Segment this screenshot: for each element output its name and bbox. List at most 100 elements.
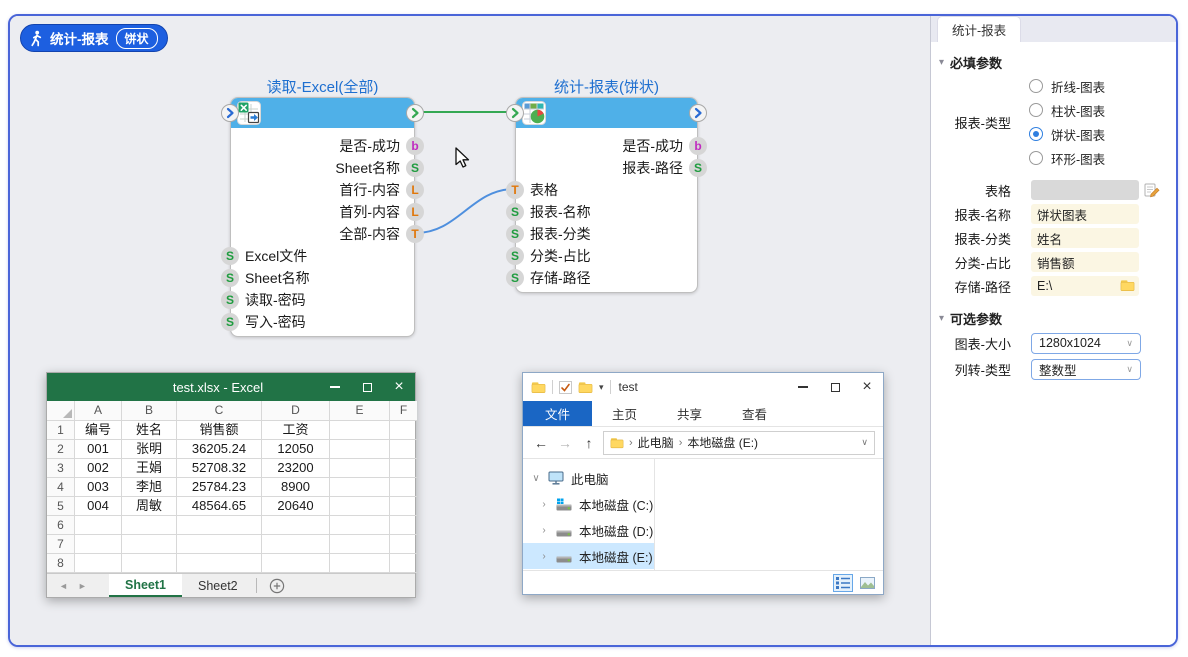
radio-icon[interactable] [1029,79,1043,93]
port-type-badge[interactable]: L [406,203,424,221]
cell[interactable]: 20640 [262,497,330,516]
port-type-badge[interactable]: S [221,247,239,265]
cell[interactable] [390,497,417,516]
address-dropdown-icon[interactable]: ∨ [861,437,868,448]
cell[interactable]: 销售额 [177,421,262,440]
quick-access-check-icon[interactable] [559,381,572,394]
tree-collapsed-icon[interactable]: › [539,525,549,536]
port-type-badge[interactable]: L [406,181,424,199]
cell[interactable]: 12050 [262,440,330,459]
cell[interactable] [330,535,390,554]
cell[interactable]: 周敏 [122,497,177,516]
node-read-excel[interactable]: 读取-Excel(全部) [230,76,415,337]
section-required-params[interactable]: ▾ 必填参数 [931,50,1176,74]
forward-button[interactable]: → [555,435,575,451]
port-type-badge[interactable]: b [406,137,424,155]
cell[interactable]: 8900 [262,478,330,497]
cell[interactable] [122,554,177,573]
report-name-input[interactable]: 饼状图表 [1031,204,1139,224]
row-header[interactable]: 3 [47,459,75,478]
cell[interactable] [330,554,390,573]
column-header[interactable]: B [122,401,177,421]
column-header[interactable]: F [390,401,417,421]
sheet-tab-sheet2[interactable]: Sheet2 [182,574,254,597]
tab-home[interactable]: 主页 [592,401,657,426]
exec-out-port[interactable] [406,104,424,122]
cell[interactable] [122,516,177,535]
tree-item-this-pc[interactable]: ∨ 此电脑 [523,465,654,491]
cell[interactable]: 004 [75,497,122,516]
cell[interactable] [262,535,330,554]
cell[interactable] [75,516,122,535]
cell[interactable] [122,535,177,554]
cell[interactable] [390,478,417,497]
section-optional-params[interactable]: ▾ 可选参数 [931,306,1176,330]
flow-canvas[interactable]: 统计-报表 饼状 读取-Excel(全部) [10,16,930,645]
edit-button[interactable] [1144,182,1160,198]
maximize-button[interactable] [351,373,383,401]
cell[interactable] [177,535,262,554]
cell[interactable]: 工资 [262,421,330,440]
cell[interactable] [330,478,390,497]
cell[interactable] [390,440,417,459]
port-type-badge[interactable]: S [689,159,707,177]
row-header[interactable]: 1 [47,421,75,440]
tree-expanded-icon[interactable]: ∨ [531,473,541,484]
table-input[interactable] [1031,180,1139,200]
radio-icon[interactable] [1029,103,1043,117]
cell[interactable]: 002 [75,459,122,478]
port-type-badge[interactable]: S [506,269,524,287]
column-header[interactable]: E [330,401,390,421]
sheet-prev-icon[interactable]: ◄ [59,581,68,591]
cell[interactable]: 36205.24 [177,440,262,459]
excel-titlebar[interactable]: test.xlsx - Excel × [47,373,415,401]
sheet-tab-sheet1[interactable]: Sheet1 [109,574,182,597]
node-box[interactable]: 是否-成功b 报表-路径S T表格 S报表-名称 S报表-分类 S分类-占比 S… [515,97,698,293]
qat-dropdown-icon[interactable]: ▾ [599,382,604,393]
close-button[interactable]: × [851,373,883,401]
tree-item-drive-e[interactable]: › 本地磁盘 (E:) [523,543,654,569]
cell[interactable] [262,554,330,573]
back-button[interactable]: ← [531,435,551,451]
column-type-select[interactable]: 整数型 ∨ [1031,359,1141,380]
thumbnail-view-button[interactable] [857,574,877,592]
breadcrumb-drive-e[interactable]: 本地磁盘 (E:) [687,434,758,451]
minimize-button[interactable] [787,373,819,401]
cell[interactable] [390,516,417,535]
column-header[interactable]: D [262,401,330,421]
row-header[interactable]: 7 [47,535,75,554]
tab-share[interactable]: 共享 [657,401,722,426]
cell[interactable] [75,554,122,573]
browse-folder-button[interactable] [1120,279,1135,295]
port-type-badge[interactable]: S [221,313,239,331]
port-type-badge[interactable]: S [506,247,524,265]
cell[interactable]: 编号 [75,421,122,440]
cell[interactable]: 52708.32 [177,459,262,478]
cell[interactable] [330,459,390,478]
exec-in-port[interactable] [506,104,524,122]
radio-option-pie-chart[interactable]: 饼状-图表 [1029,122,1105,146]
cell[interactable]: 张明 [122,440,177,459]
cell[interactable]: 李旭 [122,478,177,497]
column-header[interactable]: C [177,401,262,421]
port-type-badge[interactable]: S [506,203,524,221]
port-type-badge[interactable]: S [221,269,239,287]
address-bar[interactable]: › 此电脑 › 本地磁盘 (E:) ∨ [603,431,875,455]
category-ratio-input[interactable]: 销售额 [1031,252,1139,272]
port-type-badge[interactable]: T [506,181,524,199]
radio-selected-icon[interactable] [1029,127,1043,141]
cell[interactable] [330,440,390,459]
radio-option-bar-chart[interactable]: 柱状-图表 [1029,98,1105,122]
tree-item-drive-d[interactable]: › 本地磁盘 (D:) [523,517,654,543]
tab-view[interactable]: 查看 [722,401,787,426]
cell[interactable] [390,535,417,554]
cell[interactable] [390,554,417,573]
cell[interactable] [330,516,390,535]
node-header[interactable] [516,98,697,128]
cell[interactable] [177,516,262,535]
cell[interactable]: 23200 [262,459,330,478]
sheet-next-icon[interactable]: ► [78,581,87,591]
cell[interactable]: 48564.65 [177,497,262,516]
explorer-titlebar[interactable]: ▾ test × [523,373,883,401]
cell[interactable] [390,459,417,478]
